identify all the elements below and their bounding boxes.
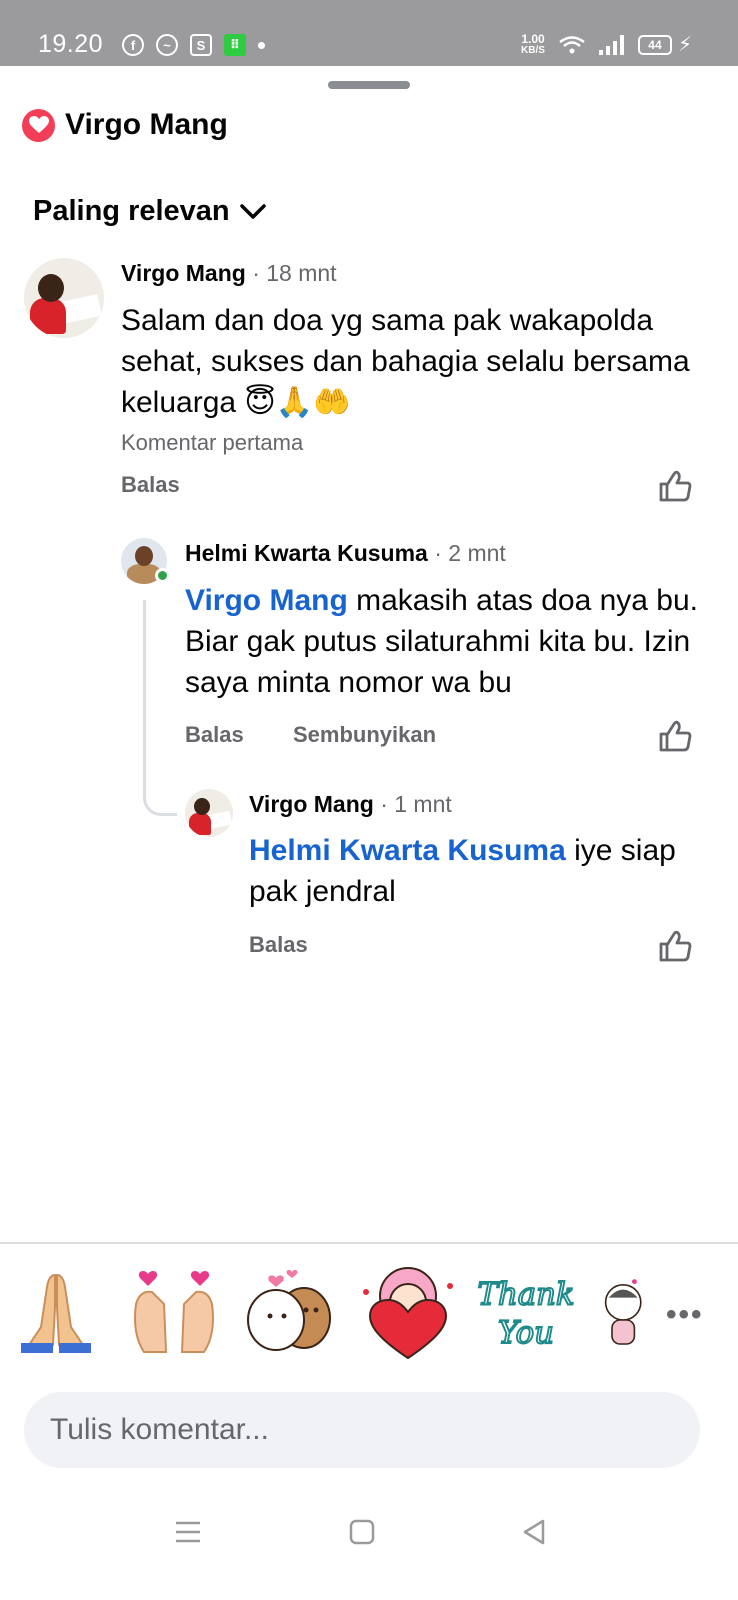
praying-hands-sticker[interactable] [6, 1262, 106, 1362]
more-stickers-button[interactable]: ••• [666, 1298, 704, 1332]
status-time: 19.20 [38, 30, 104, 58]
back-nav-button[interactable] [514, 1512, 554, 1552]
mention-link[interactable]: Helmi Kwarta Kusuma [249, 834, 566, 867]
messenger-icon: ~ [156, 34, 178, 56]
wifi-icon [559, 35, 585, 53]
reactions-header[interactable]: Virgo Mang [22, 108, 228, 142]
chevron-down-icon [239, 203, 266, 219]
home-nav-button[interactable] [342, 1512, 382, 1552]
divider [0, 1242, 738, 1244]
charging-icon: ⚡︎ [677, 34, 692, 56]
comment-input[interactable] [24, 1392, 700, 1468]
sort-dropdown[interactable]: Paling relevan [33, 195, 266, 228]
notification-icons: f ~ S ⠿ [122, 34, 265, 56]
facebook-icon: f [122, 34, 144, 56]
comment-author[interactable]: Helmi Kwarta Kusuma · 2 mnt [185, 540, 506, 567]
app-notification-icon: ⠿ [224, 34, 246, 56]
status-bar: 19.20 f ~ S ⠿ 1.00 KB/S 44 ⚡︎ [0, 0, 738, 66]
like-icon[interactable] [657, 928, 693, 964]
first-comment-badge: Komentar pertama [121, 430, 304, 455]
comment-text: Virgo Mang makasih atas doa nya bu. Biar… [185, 584, 699, 699]
reply-button[interactable]: Balas [249, 932, 308, 958]
finger-hearts-sticker[interactable] [124, 1262, 224, 1362]
network-speed: 1.00 KB/S [521, 31, 545, 56]
sheet-drag-handle[interactable] [328, 81, 410, 89]
thank-you-sticker[interactable]: Thank You [476, 1262, 576, 1362]
signal-icon [598, 34, 624, 55]
girl-with-heart-sticker[interactable] [358, 1262, 458, 1362]
system-nav-bar [0, 1490, 738, 1600]
reply-thread-line [143, 600, 177, 816]
hugging-bears-sticker[interactable] [240, 1262, 340, 1362]
home-square-icon [349, 1519, 375, 1545]
comment-author[interactable]: Virgo Mang · 18 mnt [121, 260, 337, 287]
love-reaction-icon [22, 108, 55, 142]
avatar[interactable] [185, 789, 233, 837]
hide-button[interactable]: Sembunyikan [293, 722, 436, 748]
comment-text: Salam dan doa yg sama pak wakapolda seha… [121, 304, 690, 419]
comment-time: · 2 mnt [434, 540, 506, 566]
online-status-indicator [155, 568, 170, 583]
comment-time: · 1 mnt [380, 791, 452, 817]
comment-composer[interactable] [24, 1392, 700, 1468]
header-title: Virgo Mang [65, 108, 228, 141]
like-icon[interactable] [657, 718, 693, 754]
menu-icon [176, 1521, 200, 1543]
avatar[interactable] [24, 258, 104, 338]
mention-link[interactable]: Virgo Mang [185, 584, 348, 617]
shopping-bag-icon: S [190, 34, 212, 56]
reply-button[interactable]: Balas [121, 472, 180, 498]
sticker-tray: Thank You [0, 1262, 738, 1372]
like-icon[interactable] [657, 468, 693, 504]
sort-label: Paling relevan [33, 195, 230, 227]
comment-author[interactable]: Virgo Mang · 1 mnt [249, 791, 452, 818]
comment-text: Helmi Kwarta Kusuma iye siap pak jendral [249, 834, 676, 908]
girl-sticker-partial[interactable] [596, 1262, 644, 1362]
svg-text:You: You [498, 1315, 554, 1351]
more-notifications-dot [258, 41, 265, 49]
comment-time: · 18 mnt [252, 260, 337, 286]
reply-button[interactable]: Balas [185, 722, 244, 748]
status-right: 1.00 KB/S 44 ⚡︎ [521, 32, 692, 57]
battery-icon: 44 [637, 34, 672, 55]
menu-nav-button[interactable] [168, 1512, 208, 1552]
back-triangle-icon [523, 1519, 545, 1545]
svg-text:Thank: Thank [477, 1276, 574, 1312]
